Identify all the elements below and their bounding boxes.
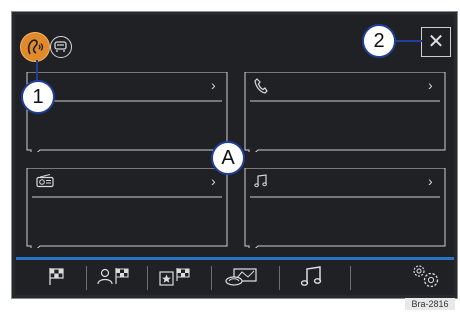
phone-icon [254,78,268,94]
chevron-right-icon: › [211,77,216,93]
figure-reference: Bra-2816 [405,298,455,310]
car-icon [54,41,67,52]
tile-outline [26,168,228,248]
destination-flag-button[interactable] [46,265,70,291]
close-button[interactable]: ✕ [421,27,451,57]
bottom-bar-accent-line [16,257,454,260]
route-map-button[interactable] [222,265,262,291]
callout-a: A [211,141,245,175]
tile-top-left[interactable]: › [26,72,228,152]
close-icon: ✕ [427,31,445,53]
bottom-bar-divider [147,266,148,290]
favorite-destination-button[interactable] [157,265,197,291]
callout-1: 1 [21,80,55,114]
callout-2: 2 [362,24,396,58]
bottom-bar-divider [279,266,280,290]
radio-icon [36,174,54,188]
tile-media[interactable]: › [244,168,446,248]
music-note-icon [254,174,267,188]
callout-2-leader [394,40,422,42]
bottom-bar-divider [350,266,351,290]
settings-button[interactable] [410,262,444,288]
tile-phone[interactable]: › [244,72,446,152]
route-map-icon [225,268,257,286]
settings-gears-icon [413,265,439,288]
favorite-destination-icon [159,268,190,286]
contacts-destination-icon [97,268,129,285]
tile-radio[interactable]: › [26,168,228,248]
chevron-right-icon: › [211,173,216,189]
music-icon [300,266,322,286]
tile-outline [244,72,446,152]
bottom-bar-divider [211,266,212,290]
destination-flag-icon [49,268,64,285]
chevron-right-icon: › [428,77,433,93]
voice-control-button[interactable] [20,32,50,62]
tile-outline [244,168,446,248]
chevron-right-icon: › [428,173,433,189]
vehicle-status-button[interactable] [50,36,72,58]
callout-1-leader [36,60,38,82]
contacts-destination-button[interactable] [96,265,136,291]
tile-outline [26,72,228,152]
voice-control-icon [27,39,44,55]
bottom-bar-divider [86,266,87,290]
music-button[interactable] [300,265,326,291]
